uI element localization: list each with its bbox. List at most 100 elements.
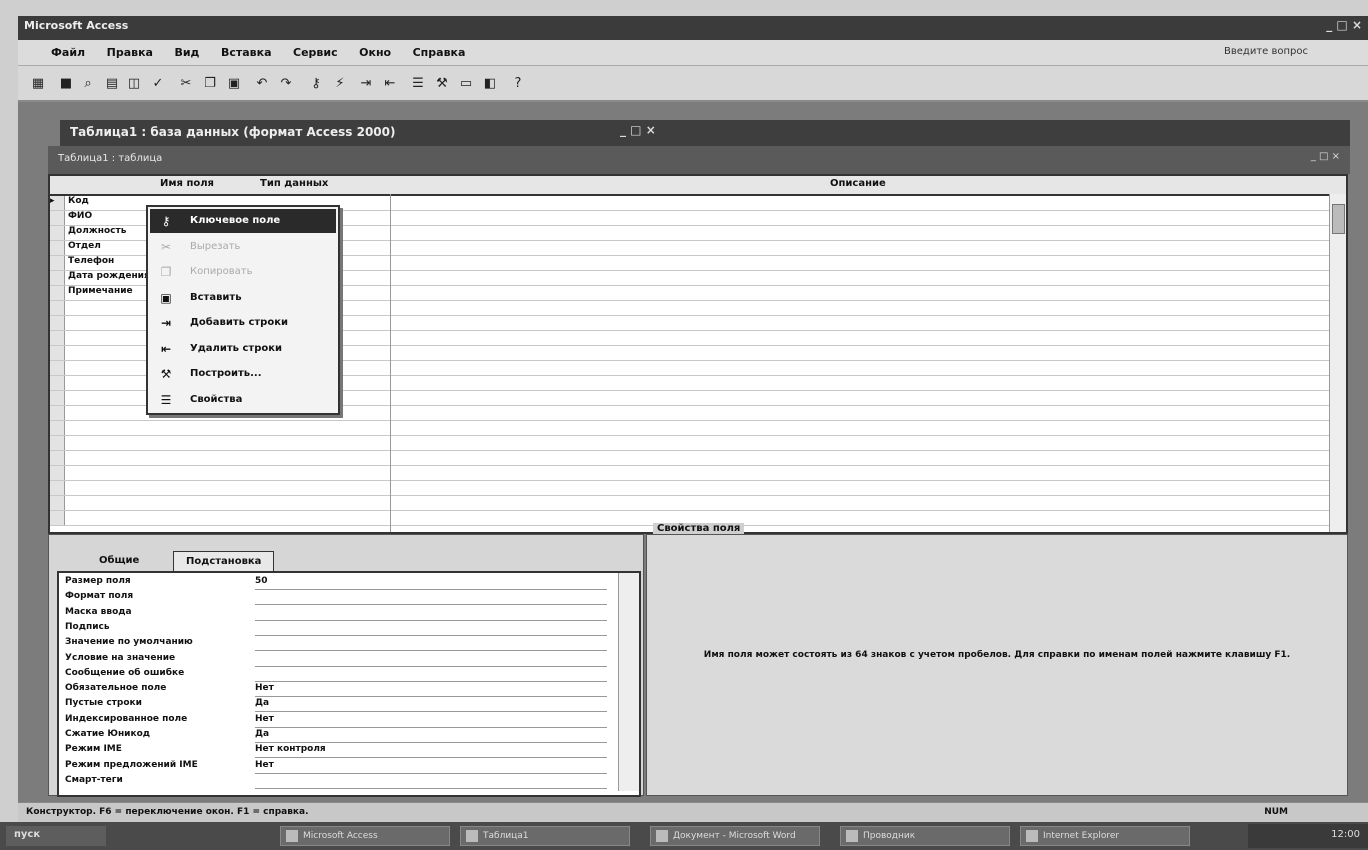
context-menu-item[interactable]: ⇥ Добавить строки (150, 311, 336, 335)
help-icon[interactable]: ? (510, 76, 526, 92)
row-selector[interactable] (50, 331, 65, 345)
row-selector[interactable] (50, 226, 65, 240)
menu-insert[interactable]: Вставка (212, 40, 281, 59)
context-menu-item[interactable]: ⚒ Построить... (150, 362, 336, 386)
row-selector[interactable] (50, 316, 65, 330)
taskbar-button[interactable]: Документ - Microsoft Word (650, 826, 820, 846)
redo-icon[interactable]: ↷ (278, 76, 294, 92)
print-icon[interactable]: ▤ (104, 76, 120, 92)
row-selector[interactable] (50, 391, 65, 405)
property-value[interactable] (255, 591, 607, 606)
row-selector[interactable] (50, 241, 65, 255)
menu-file[interactable]: Файл (42, 40, 94, 59)
properties-icon[interactable]: ☰ (410, 76, 426, 92)
table-row[interactable] (50, 496, 1330, 511)
table-row[interactable] (50, 481, 1330, 496)
menu-view[interactable]: Вид (165, 40, 208, 59)
property-label: Сжатие Юникод (65, 729, 151, 739)
property-value[interactable]: Нет (255, 760, 607, 774)
menu-tools[interactable]: Сервис (284, 40, 347, 59)
database-window-icon[interactable]: ▭ (458, 76, 474, 92)
row-selector[interactable] (50, 271, 65, 285)
property-value[interactable]: Да (255, 698, 607, 713)
search-icon[interactable]: ⌕ (80, 76, 96, 92)
field-name-cell[interactable]: Код (68, 196, 89, 206)
context-menu-label: Построить... (190, 368, 262, 379)
row-selector[interactable] (50, 421, 65, 435)
field-name-cell[interactable]: ФИО (68, 211, 92, 221)
table-row[interactable] (50, 451, 1330, 466)
row-selector[interactable] (50, 361, 65, 375)
property-value[interactable] (255, 653, 607, 667)
taskbar-button[interactable]: Проводник (840, 826, 1010, 846)
paste-icon[interactable]: ▣ (226, 76, 242, 92)
property-scrollbar[interactable] (618, 573, 639, 791)
property-value[interactable] (255, 607, 607, 621)
menu-window[interactable]: Окно (350, 40, 400, 59)
context-menu-item[interactable]: ⇤ Удалить строки (150, 337, 336, 361)
grid-vertical-scrollbar[interactable] (1329, 194, 1346, 532)
copy-icon[interactable]: ❐ (202, 76, 218, 92)
undo-icon[interactable]: ↶ (254, 76, 270, 92)
property-value[interactable] (255, 637, 607, 652)
start-button[interactable]: пуск (6, 826, 106, 846)
taskbar-button[interactable]: Таблица1 (460, 826, 630, 846)
insert-rows-icon[interactable]: ⇥ (358, 76, 374, 92)
property-value[interactable]: 50 (255, 576, 607, 590)
row-selector[interactable] (50, 256, 65, 270)
row-selector[interactable] (50, 376, 65, 390)
database-window-controls[interactable]: _ □ × (620, 123, 656, 137)
cut-icon[interactable]: ✂ (178, 76, 194, 92)
indexes-icon[interactable]: ⚡ (332, 76, 348, 92)
context-menu-item[interactable]: ▣ Вставить (150, 286, 336, 310)
tab-general[interactable]: Общие (87, 551, 152, 571)
row-selector[interactable] (50, 286, 65, 300)
property-value[interactable]: Нет контроля (255, 744, 607, 759)
row-selector[interactable]: ▸ (50, 196, 65, 210)
taskbar-button[interactable]: Internet Explorer (1020, 826, 1190, 846)
scroll-thumb[interactable] (1332, 204, 1345, 234)
delete-rows-icon[interactable]: ⇤ (382, 76, 398, 92)
field-name-cell[interactable]: Дата рождения (68, 271, 150, 281)
build-icon[interactable]: ⚒ (434, 76, 450, 92)
primary-key-icon[interactable]: ⚷ (308, 76, 324, 92)
delete-rows-icon: ⇤ (160, 341, 172, 356)
property-value[interactable] (255, 622, 607, 636)
new-object-icon[interactable]: ◧ (482, 76, 498, 92)
field-name-cell[interactable]: Примечание (68, 286, 133, 296)
field-name-cell[interactable]: Должность (68, 226, 126, 236)
row-selector[interactable] (50, 436, 65, 450)
row-selector[interactable] (50, 496, 65, 510)
menu-help[interactable]: Справка (404, 40, 475, 59)
property-value[interactable] (255, 668, 607, 682)
spelling-icon[interactable]: ✓ (150, 76, 166, 92)
taskbar-button[interactable]: Microsoft Access (280, 826, 450, 846)
context-menu-item[interactable]: ⚷ Ключевое поле (150, 209, 336, 233)
row-selector[interactable] (50, 451, 65, 465)
menu-edit[interactable]: Правка (98, 40, 162, 59)
row-selector[interactable] (50, 466, 65, 480)
property-value[interactable]: Нет (255, 714, 607, 728)
preview-icon[interactable]: ◫ (126, 76, 142, 92)
save-icon[interactable]: ■ (58, 76, 74, 92)
property-value[interactable]: Да (255, 729, 607, 743)
property-value[interactable] (255, 775, 607, 789)
field-name-cell[interactable]: Отдел (68, 241, 101, 251)
context-menu-item[interactable]: ☰ Свойства (150, 388, 336, 412)
row-selector[interactable] (50, 481, 65, 495)
row-selector[interactable] (50, 346, 65, 360)
help-question-box[interactable]: Введите вопрос (1224, 46, 1308, 57)
table-window-controls[interactable]: _ □ × (1311, 151, 1340, 162)
field-name-cell[interactable]: Телефон (68, 256, 114, 266)
view-icon[interactable]: ▦ (30, 76, 46, 92)
row-selector[interactable] (50, 406, 65, 420)
table-row[interactable] (50, 466, 1330, 481)
row-selector[interactable] (50, 211, 65, 225)
table-row[interactable] (50, 436, 1330, 451)
row-selector[interactable] (50, 301, 65, 315)
app-window-controls[interactable]: _ □ × (1326, 18, 1362, 32)
row-selector[interactable] (50, 511, 65, 525)
property-value[interactable]: Нет (255, 683, 607, 698)
table-row[interactable] (50, 421, 1330, 436)
tab-lookup[interactable]: Подстановка (173, 551, 275, 571)
